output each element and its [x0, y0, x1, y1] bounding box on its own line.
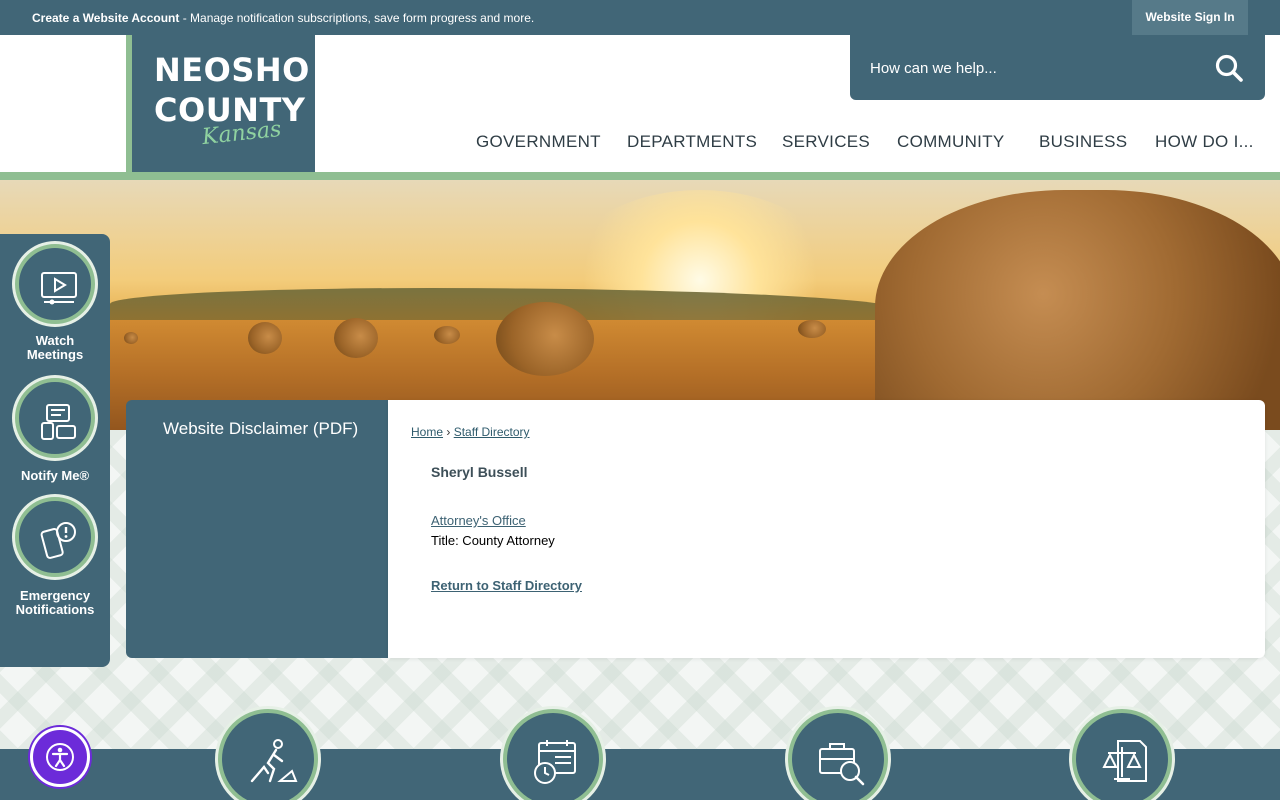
calendar-clock-icon — [534, 740, 576, 784]
staff-office-link[interactable]: Attorney's Office — [431, 513, 526, 528]
quick-links-panel: Watch Meetings Notify Me® Emergency Notifi… — [0, 234, 110, 667]
logo-line-1: NEOSHO — [154, 51, 310, 89]
nav-government[interactable]: GOVERNMENT — [476, 132, 601, 152]
emergency-notifications-circle[interactable] — [15, 497, 95, 577]
nav-departments[interactable]: DEPARTMENTS — [627, 132, 757, 152]
hay-bale — [798, 320, 826, 338]
emergency-notifications-label: Emergency Notifications — [15, 588, 95, 617]
job-search-button[interactable] — [788, 709, 888, 800]
header-divider — [0, 172, 1280, 180]
phone-alert-icon — [40, 522, 76, 559]
video-monitor-icon — [41, 272, 77, 305]
staff-name: Sheryl Bussell — [431, 464, 528, 480]
website-disclaimer-link[interactable]: Website Disclaimer (PDF) — [163, 416, 363, 441]
search-box — [850, 35, 1265, 100]
large-hay-bale — [875, 190, 1280, 430]
hay-bale — [334, 318, 378, 358]
nav-how-do-i[interactable]: HOW DO I... — [1155, 132, 1254, 152]
main-nav: GOVERNMENT DEPARTMENTS SERVICES COMMUNIT… — [0, 132, 1280, 152]
nav-services[interactable]: SERVICES — [782, 132, 870, 152]
sidebar-panel: Website Disclaimer (PDF) — [126, 400, 388, 658]
justice-scales-icon — [1102, 740, 1147, 782]
road-work-icon — [250, 739, 298, 783]
notify-me-circle[interactable] — [15, 378, 95, 458]
account-message[interactable]: Create a Website Account - Manage notifi… — [32, 11, 534, 25]
nav-business[interactable]: BUSINESS — [1039, 132, 1127, 152]
breadcrumb: Home › Staff Directory — [411, 425, 530, 439]
staff-title: Title: County Attorney — [431, 533, 555, 548]
briefcase-search-icon — [819, 743, 865, 786]
notify-me-label: Notify Me® — [20, 468, 90, 483]
staff-detail-content: Home › Staff Directory Sheryl Bussell At… — [388, 400, 1265, 658]
breadcrumb-home[interactable]: Home — [411, 425, 443, 439]
hay-bale — [496, 302, 594, 376]
hay-bale — [434, 326, 460, 344]
search-input[interactable] — [870, 55, 1200, 81]
website-sign-in-button[interactable]: Website Sign In — [1132, 0, 1248, 35]
watch-meetings-circle[interactable] — [15, 244, 95, 324]
account-bar: Create a Website Account - Manage notifi… — [0, 0, 1280, 35]
legal-button[interactable] — [1072, 709, 1172, 800]
breadcrumb-staff-directory[interactable]: Staff Directory — [454, 425, 530, 439]
return-to-staff-directory-link[interactable]: Return to Staff Directory — [431, 578, 582, 593]
calendar-button[interactable] — [503, 709, 603, 800]
hay-bale — [124, 332, 138, 344]
road-work-button[interactable] — [218, 709, 318, 800]
notify-devices-icon — [41, 404, 76, 440]
nav-community[interactable]: COMMUNITY — [897, 132, 1005, 152]
accessibility-button[interactable] — [30, 727, 90, 787]
search-icon[interactable] — [1214, 53, 1244, 83]
accessibility-icon — [46, 743, 74, 771]
breadcrumb-separator: › — [446, 425, 451, 439]
watch-meetings-label: Watch Meetings — [26, 333, 84, 362]
hay-bale — [248, 322, 282, 354]
hero-banner-image — [0, 180, 1280, 430]
